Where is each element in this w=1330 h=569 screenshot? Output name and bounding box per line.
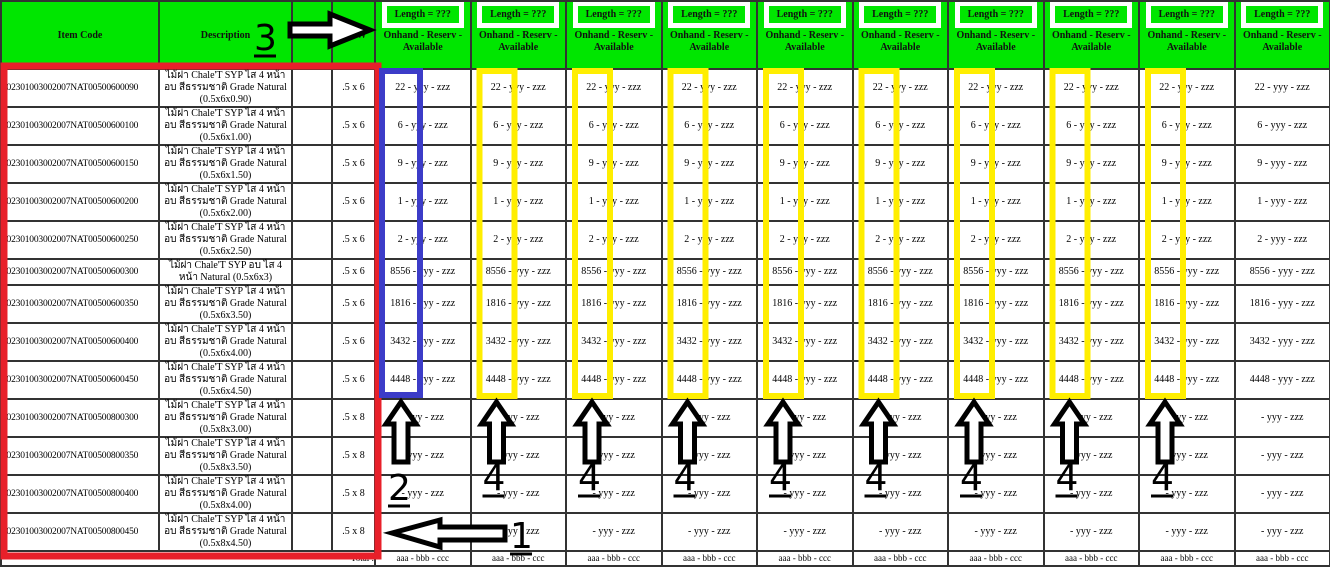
up-arrow-icon xyxy=(858,397,899,465)
annotation-overlay: 2 4 4 4 4 4 4 4 413 xyxy=(0,10,1186,560)
red-highlight-box xyxy=(0,62,382,560)
yellow-highlight-box xyxy=(572,68,613,399)
up-arrow-icon xyxy=(763,397,803,465)
up-arrow-icon xyxy=(1049,397,1090,465)
up-arrow-icon xyxy=(476,397,517,465)
yellow-highlight-box xyxy=(1145,68,1186,399)
annotation-number-3: 3 xyxy=(254,18,277,59)
annotation-number-4: 4 xyxy=(674,458,697,499)
annotation-number-1: 1 xyxy=(510,516,533,557)
annotation-number-4: 4 xyxy=(769,458,792,499)
up-arrow-icon xyxy=(572,397,612,465)
annotation-number-4: 4 xyxy=(865,458,888,499)
up-arrow-icon xyxy=(1145,397,1185,465)
annotation-number-2: 2 xyxy=(388,468,411,509)
annotation-number-4: 4 xyxy=(1151,458,1174,499)
up-arrow-icon xyxy=(667,397,708,465)
up-arrow-icon xyxy=(381,397,421,465)
annotation-number-4: 4 xyxy=(483,458,506,499)
right-arrow-icon xyxy=(287,10,377,50)
left-arrow-icon xyxy=(382,516,508,551)
annotation-number-4: 4 xyxy=(960,458,983,499)
yellow-highlight-box xyxy=(476,68,518,399)
annotation-number-4: 4 xyxy=(578,458,601,499)
annotation-number-4: 4 xyxy=(1056,458,1079,499)
blue-highlight-box xyxy=(379,68,423,398)
yellow-highlight-box xyxy=(858,68,900,399)
up-arrow-icon xyxy=(954,397,994,465)
yellow-highlight-box xyxy=(954,68,995,399)
yellow-highlight-box xyxy=(763,68,804,399)
yellow-highlight-box xyxy=(1049,68,1091,399)
yellow-highlight-box xyxy=(667,68,709,399)
